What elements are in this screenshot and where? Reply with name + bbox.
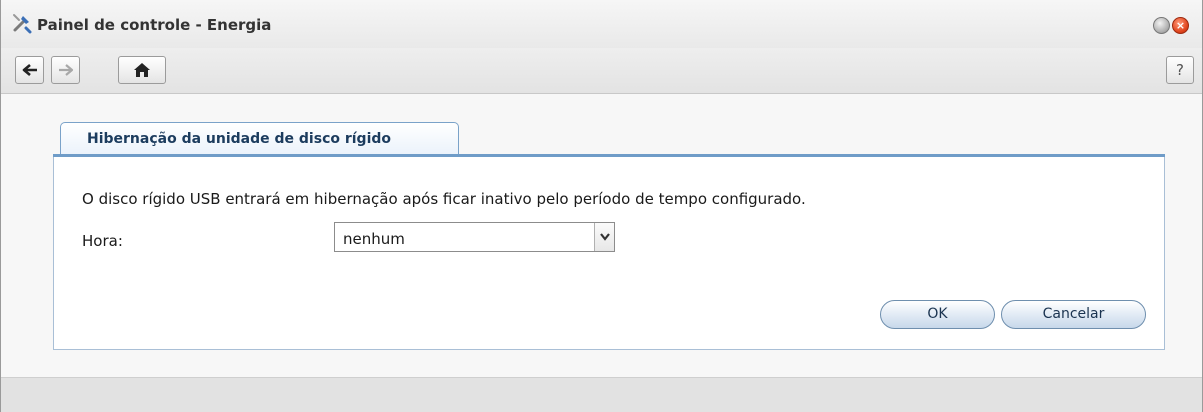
time-label: Hora: <box>82 232 123 250</box>
time-select[interactable]: nenhum <box>334 222 615 252</box>
home-icon <box>133 62 151 78</box>
content-area: Hibernação da unidade de disco rígido O … <box>1 95 1202 377</box>
title-bar[interactable]: Painel de controle - Energia × <box>1 0 1202 48</box>
hibernation-panel: O disco rígido USB entrará em hibernação… <box>53 157 1165 350</box>
control-panel-window: Painel de controle - Energia × ? Hiberna… <box>0 0 1203 412</box>
tools-icon <box>11 12 33 34</box>
toolbar: ? <box>1 48 1202 94</box>
forward-button[interactable] <box>51 56 80 84</box>
time-select-value: nenhum <box>343 230 405 248</box>
arrow-left-icon <box>22 63 38 77</box>
status-bar <box>1 377 1202 412</box>
cancel-button[interactable]: Cancelar <box>1001 300 1146 329</box>
tab-disk-hibernation[interactable]: Hibernação da unidade de disco rígido <box>60 122 459 156</box>
minimize-icon[interactable] <box>1153 17 1170 34</box>
ok-button[interactable]: OK <box>880 300 995 329</box>
chevron-down-icon[interactable] <box>594 223 614 251</box>
help-button[interactable]: ? <box>1166 56 1194 84</box>
hibernation-description: O disco rígido USB entrará em hibernação… <box>82 190 806 208</box>
back-button[interactable] <box>15 56 44 84</box>
window-title: Painel de controle - Energia <box>37 16 272 34</box>
arrow-right-icon <box>58 63 74 77</box>
close-icon[interactable]: × <box>1172 17 1189 34</box>
home-button[interactable] <box>118 56 166 84</box>
